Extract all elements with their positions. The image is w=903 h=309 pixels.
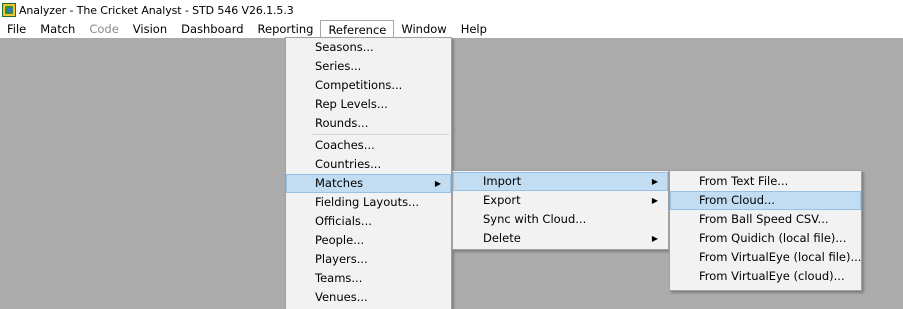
menu-vision[interactable]: Vision [126,20,174,38]
menu-item-from-ball-speed-csv[interactable]: From Ball Speed CSV... [670,210,861,229]
menu-item-delete-label: Delete [483,231,521,245]
menu-window[interactable]: Window [394,20,453,38]
menu-item-from-virtualeye-cloud[interactable]: From VirtualEye (cloud)... [670,267,861,286]
menu-item-from-cloud[interactable]: From Cloud... [670,191,861,210]
menu-item-import[interactable]: Import ▶ [453,172,668,191]
menu-item-from-text-file[interactable]: From Text File... [670,172,861,191]
menu-item-fielding-layouts[interactable]: Fielding Layouts... [286,193,451,212]
reference-dropdown: Seasons... Series... Competitions... Rep… [285,37,452,309]
menu-item-players[interactable]: Players... [286,250,451,269]
submenu-arrow-icon: ▶ [651,234,658,243]
menu-item-teams[interactable]: Teams... [286,269,451,288]
title-bar: Analyzer - The Cricket Analyst - STD 546… [0,0,903,20]
menu-item-rounds[interactable]: Rounds... [286,114,451,133]
menu-item-competitions[interactable]: Competitions... [286,76,451,95]
menu-file[interactable]: File [0,20,33,38]
submenu-arrow-icon: ▶ [651,177,658,186]
menu-item-from-quidich-local[interactable]: From Quidich (local file)... [670,229,861,248]
menu-item-matches[interactable]: Matches ▶ [286,174,451,193]
menu-item-rep-levels[interactable]: Rep Levels... [286,95,451,114]
menu-item-coaches[interactable]: Coaches... [286,136,451,155]
menu-item-matches-label: Matches [315,176,364,190]
app-icon[interactable] [2,3,16,17]
menu-reference[interactable]: Reference [320,20,395,38]
import-submenu: From Text File... From Cloud... From Bal… [669,170,862,291]
menu-separator [312,134,449,135]
submenu-arrow-icon: ▶ [651,196,658,205]
window-title: Analyzer - The Cricket Analyst - STD 546… [19,3,294,17]
matches-submenu: Import ▶ Export ▶ Sync with Cloud... Del… [452,170,669,250]
menu-code: Code [89,22,119,36]
menu-item-from-virtualeye-local[interactable]: From VirtualEye (local file)... [670,248,861,267]
menu-bar: File Match Code Vision Dashboard Reporti… [0,20,903,38]
menu-item-delete[interactable]: Delete ▶ [453,229,668,248]
menu-help[interactable]: Help [454,20,494,38]
menu-item-sync-with-cloud[interactable]: Sync with Cloud... [453,210,668,229]
menu-match[interactable]: Match [33,20,82,38]
menu-item-series[interactable]: Series... [286,57,451,76]
menu-item-import-label: Import [483,174,522,188]
menu-item-people[interactable]: People... [286,231,451,250]
menu-item-officials[interactable]: Officials... [286,212,451,231]
menu-reporting[interactable]: Reporting [251,20,321,38]
menu-dashboard[interactable]: Dashboard [174,20,250,38]
menu-item-venues[interactable]: Venues... [286,288,451,307]
menu-item-seasons[interactable]: Seasons... [286,38,451,57]
menu-item-export-label: Export [483,193,521,207]
submenu-arrow-icon: ▶ [434,179,441,188]
menu-item-countries[interactable]: Countries... [286,155,451,174]
menu-item-export[interactable]: Export ▶ [453,191,668,210]
